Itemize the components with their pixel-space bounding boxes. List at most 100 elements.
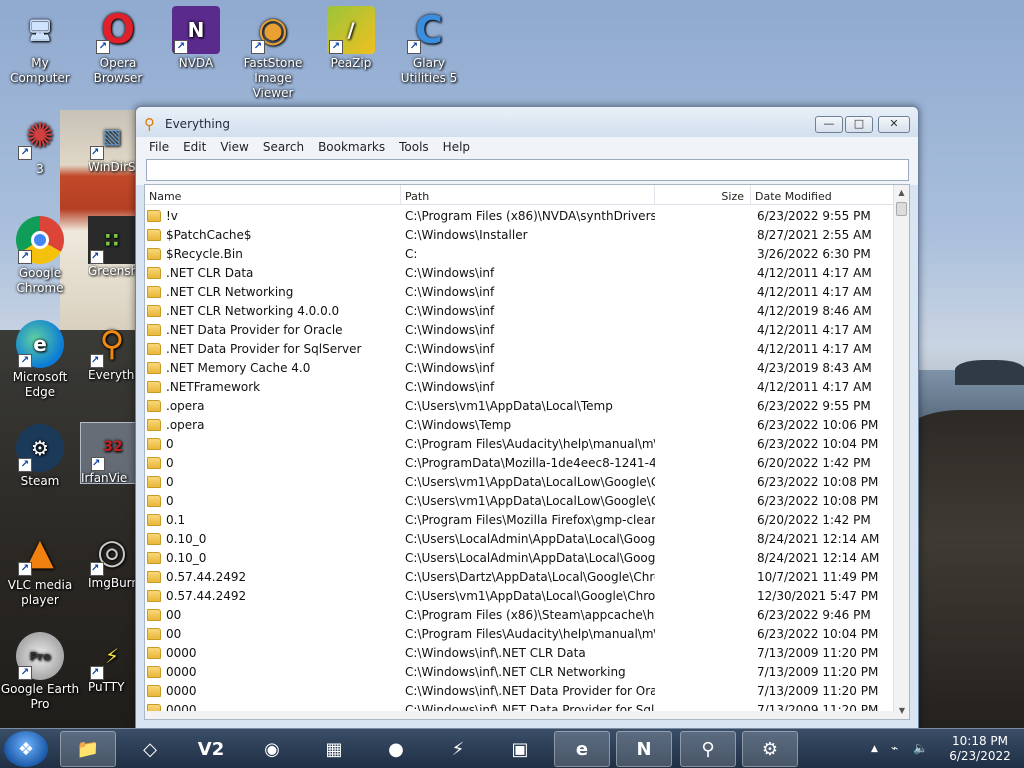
desktop-icon-google-earth[interactable]: Pro ↗ Google Earth Pro xyxy=(0,632,80,712)
desktop-icon-my-computer[interactable]: 🖥 My Computer xyxy=(0,6,80,86)
taskbar-button[interactable]: 📁 xyxy=(60,731,116,767)
table-row[interactable]: 00 C:\Program Files\Audacity\help\manual\… xyxy=(145,624,895,643)
table-row[interactable]: 0.57.44.2492 C:\Users\vm1\AppData\Local\G… xyxy=(145,586,895,605)
column-header-name[interactable]: Name xyxy=(145,185,401,205)
minimize-button[interactable]: — xyxy=(815,116,843,133)
taskbar-button[interactable]: ◉ xyxy=(244,731,300,767)
file-name: !v xyxy=(166,208,178,223)
file-name: 0.1 xyxy=(166,512,186,527)
table-row[interactable]: .NET CLR Networking 4.0.0.0 C:\Windows\in… xyxy=(145,301,895,320)
date-cell: 8/27/2021 2:55 AM xyxy=(757,227,872,242)
maximize-button[interactable]: □ xyxy=(845,116,873,133)
date-cell: 7/13/2009 11:20 PM xyxy=(757,683,879,698)
scroll-down-arrow-icon[interactable]: ▼ xyxy=(894,703,910,719)
folder-icon xyxy=(147,247,161,260)
volume-icon[interactable]: 🔈 xyxy=(913,741,928,755)
file-name: 0000 xyxy=(166,683,197,698)
date-cell: 6/23/2022 9:55 PM xyxy=(757,208,871,223)
menu-file[interactable]: File xyxy=(142,137,176,157)
table-row[interactable]: .NET Memory Cache 4.0 C:\Windows\inf 4/23/… xyxy=(145,358,895,377)
taskbar-button[interactable]: ◇ xyxy=(122,731,178,767)
taskbar-button[interactable]: ▣ xyxy=(492,731,548,767)
vertical-scrollbar[interactable]: ▲ ▼ xyxy=(893,185,909,719)
table-row[interactable]: .NETFramework C:\Windows\inf 4/12/2011 4:1… xyxy=(145,377,895,396)
table-row[interactable]: 0 C:\Program Files\Audacity\help\manual\m… xyxy=(145,434,895,453)
table-row[interactable]: 0 C:\ProgramData\Mozilla-1de4eec8-1241-41… xyxy=(145,453,895,472)
table-row[interactable]: 0000 C:\Windows\inf\.NET Data Provider fo… xyxy=(145,681,895,700)
table-row[interactable]: .NET CLR Networking C:\Windows\inf 4/12/20… xyxy=(145,282,895,301)
file-name: 0000 xyxy=(166,645,197,660)
taskbar-button[interactable]: e xyxy=(554,731,610,767)
folder-icon xyxy=(147,228,161,241)
desktop-icon-nvda[interactable]: N ↗ NVDA xyxy=(156,6,236,71)
window-title: Everything xyxy=(165,117,230,131)
desktop-icon-vlc[interactable]: ▲ ↗ VLC media player xyxy=(0,528,80,608)
menu-search[interactable]: Search xyxy=(256,137,311,157)
table-row[interactable]: .NET Data Provider for Oracle C:\Windows\… xyxy=(145,320,895,339)
desktop-icon-irfanview[interactable]: 32 ↗ IrfanVie xyxy=(80,422,136,484)
table-row[interactable]: .opera C:\Windows\Temp 6/23/2022 10:06 PM xyxy=(145,415,895,434)
window-titlebar[interactable]: ⚲ Everything — □ ✕ xyxy=(136,107,918,137)
table-row[interactable]: 0000 C:\Windows\inf\.NET CLR Networking 7/… xyxy=(145,662,895,681)
everything-search-icon: ⚲ xyxy=(701,738,715,760)
folder-icon xyxy=(147,570,161,583)
results-list[interactable]: Name Path Size Date Modified !v C:\Progra… xyxy=(144,184,910,720)
clock[interactable]: 10:18 PM 6/23/2022 xyxy=(945,734,1015,764)
taskbar-button[interactable]: V2 xyxy=(183,731,239,767)
tray-chevron-icon[interactable]: ▲ xyxy=(871,744,878,754)
horizontal-scrollbar[interactable] xyxy=(145,711,895,719)
table-row[interactable]: .NET Data Provider for SqlServer C:\Windo… xyxy=(145,339,895,358)
table-row[interactable]: 0 C:\Users\vm1\AppData\LocalLow\Google\G.… xyxy=(145,472,895,491)
menu-help[interactable]: Help xyxy=(436,137,477,157)
file-name: 0.57.44.2492 xyxy=(166,588,247,603)
windows-logo-icon: ❖ xyxy=(17,738,35,760)
system-tray: ▲ ⌁ 🔈 10:18 PM 6/23/2022 xyxy=(865,729,1024,768)
table-row[interactable]: 0.10_0 C:\Users\LocalAdmin\AppData\Local\… xyxy=(145,548,895,567)
column-header-size[interactable]: Size xyxy=(655,185,751,205)
table-row[interactable]: $PatchCache$ C:\Windows\Installer 8/27/202… xyxy=(145,225,895,244)
table-row[interactable]: 0.10_0 C:\Users\LocalAdmin\AppData\Local\… xyxy=(145,529,895,548)
network-icon[interactable]: ⌁ xyxy=(891,741,898,755)
date-cell: 6/20/2022 1:42 PM xyxy=(757,455,871,470)
taskbar-button[interactable]: ▦ xyxy=(306,731,362,767)
table-row[interactable]: 0.1 C:\Program Files\Mozilla Firefox\gmp-… xyxy=(145,510,895,529)
scroll-thumb[interactable] xyxy=(896,202,907,216)
folder-icon xyxy=(147,627,161,640)
name-cell: .NET Data Provider for Oracle xyxy=(145,323,401,337)
column-header-path[interactable]: Path xyxy=(401,185,655,205)
start-button[interactable]: ❖ xyxy=(4,731,48,767)
file-name: 0000 xyxy=(166,664,197,679)
column-header-date[interactable]: Date Modified xyxy=(751,185,894,205)
desktop-icon-chrome[interactable]: ↗ Google Chrome xyxy=(0,216,80,296)
table-row[interactable]: !v C:\Program Files (x86)\NVDA\synthDrive… xyxy=(145,206,895,225)
menu-view[interactable]: View xyxy=(213,137,255,157)
close-button[interactable]: ✕ xyxy=(878,116,910,133)
table-row[interactable]: .opera C:\Users\vm1\AppData\Local\Temp 6/2… xyxy=(145,396,895,415)
menu-tools[interactable]: Tools xyxy=(392,137,436,157)
table-row[interactable]: 0.57.44.2492 C:\Users\Dartz\AppData\Local… xyxy=(145,567,895,586)
steam-icon: ⚙ xyxy=(761,738,779,760)
desktop-icon-faststone[interactable]: ◉ ↗ FastStone Image Viewer xyxy=(233,6,313,101)
everything-window[interactable]: ⚲ Everything — □ ✕ File Edit View Search… xyxy=(135,106,919,730)
taskbar-button[interactable]: ⚙ xyxy=(742,731,798,767)
desktop-icon-opera[interactable]: O ↗ Opera Browser xyxy=(78,6,158,86)
path-cell: C:\Windows\inf\.NET CLR Data xyxy=(405,645,586,660)
table-row[interactable]: $Recycle.Bin C: 3/26/2022 6:30 PM xyxy=(145,244,895,263)
table-row[interactable]: 00 C:\Program Files (x86)\Steam\appcache\… xyxy=(145,605,895,624)
menu-edit[interactable]: Edit xyxy=(176,137,213,157)
taskbar-button[interactable]: ⚡ xyxy=(430,731,486,767)
table-row[interactable]: 0 C:\Users\vm1\AppData\LocalLow\Google\G.… xyxy=(145,491,895,510)
table-row[interactable]: 0000 C:\Windows\inf\.NET CLR Data 7/13/200… xyxy=(145,643,895,662)
desktop-icon-steam[interactable]: ⚙ ↗ Steam xyxy=(0,424,80,489)
taskbar-button[interactable]: ⚲ xyxy=(680,731,736,767)
table-row[interactable]: .NET CLR Data C:\Windows\inf 4/12/2011 4:1… xyxy=(145,263,895,282)
taskbar-button[interactable]: N xyxy=(616,731,672,767)
menu-bookmarks[interactable]: Bookmarks xyxy=(311,137,392,157)
taskbar-button[interactable]: ● xyxy=(368,731,424,767)
scroll-up-arrow-icon[interactable]: ▲ xyxy=(894,185,909,201)
search-input[interactable] xyxy=(146,159,909,181)
desktop-icon-edge[interactable]: e ↗ Microsoft Edge xyxy=(0,320,80,400)
desktop-icon-peazip[interactable]: ∕ ↗ PeaZip xyxy=(311,6,391,71)
desktop-icon-glary[interactable]: C ↗ Glary Utilities 5 xyxy=(389,6,469,86)
desktop-icon-3[interactable]: ✺ ↗ 3 xyxy=(0,112,80,177)
